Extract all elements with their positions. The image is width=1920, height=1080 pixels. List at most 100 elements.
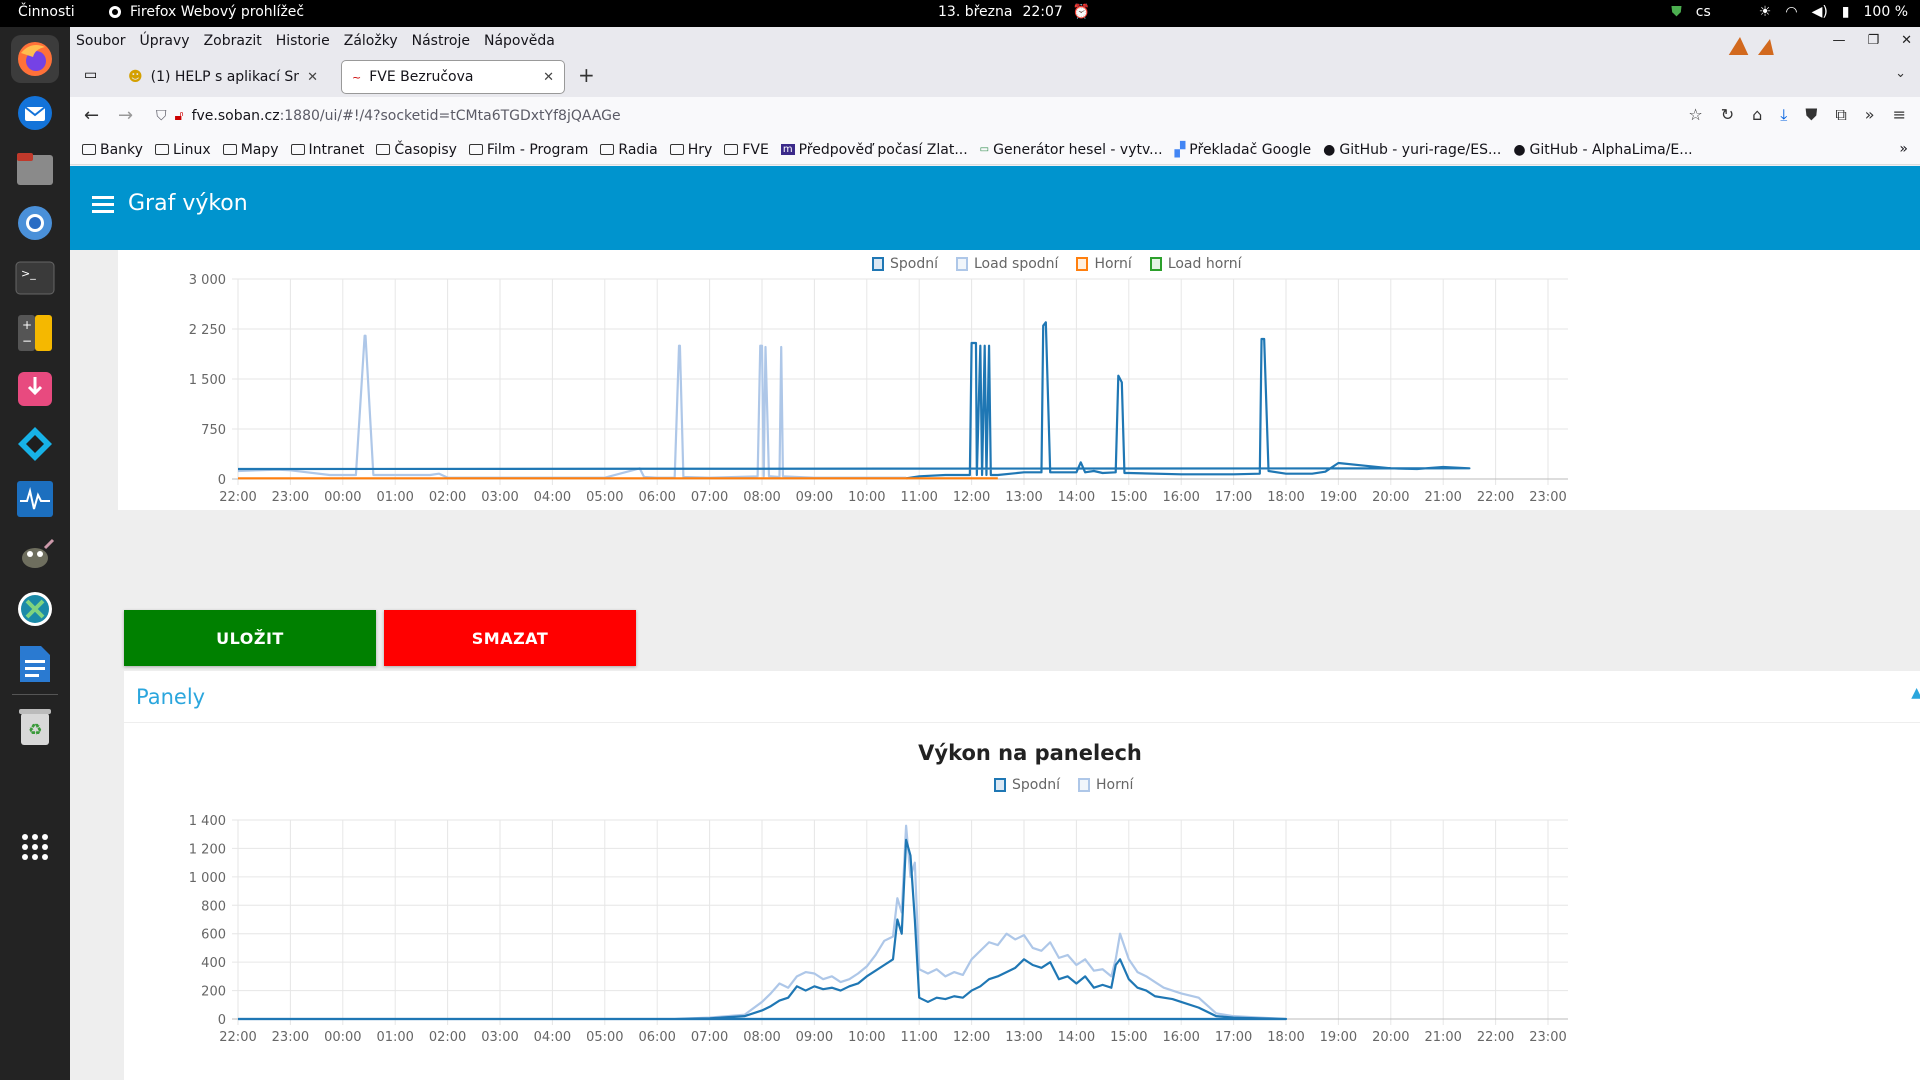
bookmark-folder[interactable]: Radia: [600, 142, 658, 158]
folder-icon: [376, 144, 391, 155]
navigation-bar: ← → ⛉ 🔓︎ fve.soban.cz:1880/ui/#!/4?socke…: [70, 97, 1920, 135]
x-tick-label: 09:00: [796, 490, 833, 505]
forward-button[interactable]: →: [118, 105, 133, 126]
bookmark-folder[interactable]: Banky: [82, 142, 143, 158]
bookmark-label: Mapy: [240, 141, 279, 158]
bookmark-link[interactable]: ● GitHub - AlphaLima/E...: [1513, 142, 1692, 158]
ublock-icon[interactable]: ⛊: [1805, 105, 1817, 125]
tracking-shield-icon[interactable]: ⛉: [156, 108, 167, 124]
insecure-lock-icon[interactable]: 🔓︎: [175, 108, 184, 124]
menu-tools[interactable]: Nástroje: [412, 33, 470, 49]
activities-button[interactable]: Činnosti: [18, 4, 75, 20]
new-tab-button[interactable]: +: [578, 63, 595, 87]
y-tick-label: 1 000: [189, 871, 226, 886]
system-tray[interactable]: ⛊ cs ☀ ◠ ◀) ▮ 100 %: [1671, 4, 1908, 20]
calculator-icon[interactable]: + −: [11, 309, 59, 357]
bookmark-star-icon[interactable]: ☆: [1688, 105, 1702, 125]
bookmark-link[interactable]: m Předpověď počasí Zlat...: [780, 142, 968, 158]
bookmarks-overflow-icon[interactable]: »: [1899, 141, 1908, 157]
thunderbird-icon[interactable]: [11, 89, 59, 137]
bookmark-link[interactable]: ● GitHub - yuri-rage/ES...: [1323, 142, 1501, 158]
bookmark-label: Hry: [687, 141, 713, 158]
panels-section-header[interactable]: Panely ▲: [124, 671, 1920, 723]
back-button[interactable]: ←: [84, 105, 99, 126]
legend-item[interactable]: Horní: [1078, 777, 1133, 793]
kodi-icon[interactable]: [11, 420, 59, 468]
url-bar[interactable]: ⛉ 🔓︎ fve.soban.cz:1880/ui/#!/4?socketid=…: [156, 101, 1556, 131]
delete-button[interactable]: SMAZAT: [384, 610, 636, 666]
files-icon[interactable]: [11, 145, 59, 193]
extensions-icon[interactable]: ⧉: [1835, 105, 1846, 125]
menu-help[interactable]: Nápověda: [484, 33, 555, 49]
remote-desktop-icon[interactable]: [11, 585, 59, 633]
dashboard-header: Graf výkon: [70, 166, 1920, 250]
toolbar-icons: ☆ ↻ ⌂ ⤓ ⛊ ⧉ » ≡: [1688, 105, 1906, 125]
keyboard-layout[interactable]: cs: [1696, 4, 1711, 20]
home-icon[interactable]: ⌂: [1752, 105, 1762, 125]
menu-view[interactable]: Zobrazit: [204, 33, 262, 49]
svg-text:+: +: [22, 318, 32, 332]
downloader-icon[interactable]: [11, 365, 59, 413]
bookmark-folder[interactable]: Linux: [154, 142, 211, 158]
clock[interactable]: 13. března 22:07 ⏰: [938, 4, 1090, 20]
bookmark-link[interactable]: ▭ Generátor hesel - vytv...: [980, 142, 1163, 158]
bookmark-folder[interactable]: Hry: [669, 141, 713, 158]
x-tick-label: 20:00: [1372, 1030, 1409, 1045]
collapse-chevron-icon[interactable]: ▲: [1911, 685, 1920, 701]
menu-history[interactable]: Historie: [276, 33, 330, 49]
tab-help[interactable]: ☻ (1) HELP s aplikací Smart ✕: [118, 61, 328, 93]
save-button[interactable]: ULOŽIT: [124, 610, 376, 666]
chart-power-svg: 22:00 23:00 00:00 01:00 02:00 03:00 04:00 05:00…: [189, 273, 1568, 505]
trash-icon[interactable]: ♻: [11, 703, 59, 751]
maximize-icon[interactable]: ❐: [1867, 33, 1879, 48]
y-tick-label: 1 500: [189, 373, 226, 388]
x-tick-label: 07:00: [691, 1030, 728, 1045]
bookmark-folder[interactable]: Mapy: [222, 141, 279, 158]
monitor-icon[interactable]: [11, 475, 59, 523]
bookmark-folder[interactable]: Časopisy: [376, 142, 457, 158]
close-tab-icon[interactable]: ✕: [307, 70, 318, 85]
tab-bar: ▭ ☻ (1) HELP s aplikací Smart ✕ ~ FVE Be…: [70, 55, 1920, 97]
x-tick-label: 01:00: [376, 1030, 413, 1045]
bookmark-folder[interactable]: FVE: [724, 142, 769, 158]
x-tick-label: 03:00: [481, 1030, 518, 1045]
menu-bookmarks[interactable]: Záložky: [344, 33, 398, 49]
legend-label: Spodní: [1012, 777, 1060, 793]
tab-list-icon[interactable]: ▭: [84, 67, 97, 83]
writer-icon[interactable]: [11, 640, 59, 688]
dashboard-page: Graf výkon Spodní Load spodní Horní Load…: [70, 166, 1920, 1080]
legend-item[interactable]: Spodní: [994, 777, 1060, 793]
bookmark-label: Banky: [100, 141, 143, 158]
app-grid-icon[interactable]: [11, 823, 59, 871]
chart2-title: Výkon na panelech: [918, 741, 1142, 765]
panels-section: Panely ▲ Výkon na panelech Spodní Horní …: [124, 671, 1920, 1080]
tab-fve[interactable]: ~ FVE Bezručova ✕: [342, 61, 564, 93]
close-tab-icon[interactable]: ✕: [543, 70, 554, 85]
app-menu[interactable]: Firefox Webový prohlížeč: [108, 4, 304, 20]
tab-overflow-icon[interactable]: ⌄: [1895, 66, 1906, 81]
chart-card-power: Spodní Load spodní Horní Load horní 22:0…: [118, 250, 1920, 510]
bookmark-link[interactable]: ▞ Překladač Google: [1175, 142, 1312, 158]
bookmark-folder[interactable]: Film - Program: [468, 142, 588, 158]
menu-file[interactable]: Soubor: [76, 33, 126, 49]
folder-icon: [468, 144, 483, 155]
dock-separator: [12, 694, 58, 695]
close-window-icon[interactable]: ✕: [1901, 33, 1912, 48]
chromium-icon[interactable]: [11, 199, 59, 247]
hamburger-icon[interactable]: [92, 196, 114, 214]
overflow-menu-icon[interactable]: »: [1865, 105, 1875, 125]
firefox-icon[interactable]: [11, 35, 59, 83]
x-tick-label: 08:00: [743, 490, 780, 505]
downloads-icon[interactable]: ⤓: [1780, 105, 1787, 125]
bookmark-label: Generátor hesel - vytv...: [993, 141, 1163, 158]
series-line-spodní: [237, 321, 1471, 480]
x-tick-label: 06:00: [638, 490, 675, 505]
terminal-icon[interactable]: >_: [11, 254, 59, 302]
x-tick-label: 12:00: [953, 490, 990, 505]
reload-icon[interactable]: ↻: [1721, 105, 1734, 125]
minimize-icon[interactable]: —: [1832, 33, 1845, 48]
hamburger-menu-icon[interactable]: ≡: [1893, 105, 1906, 125]
gimp-icon[interactable]: [11, 530, 59, 578]
bookmark-folder[interactable]: Intranet: [290, 142, 364, 158]
menu-edit[interactable]: Úpravy: [140, 33, 190, 49]
